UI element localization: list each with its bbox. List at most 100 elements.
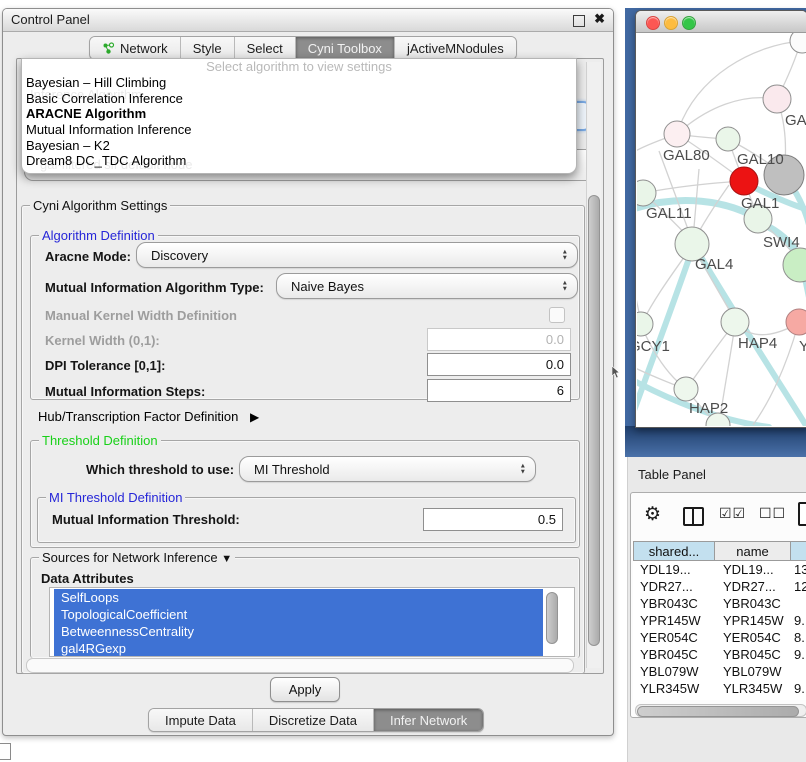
node-label: Y — [799, 338, 806, 355]
which-threshold-combobox[interactable]: MI Threshold ▲▼ — [239, 456, 536, 482]
close-window-icon[interactable]: ✖ — [594, 11, 605, 27]
which-threshold-label: Which threshold to use: — [86, 462, 234, 477]
threshold-definition-title: Threshold Definition — [39, 433, 161, 448]
cyni-algorithm-settings-group: Cyni Algorithm Settings Algorithm Defini… — [21, 205, 585, 674]
tab-cyni-toolbox[interactable]: Cyni Toolbox — [296, 37, 395, 59]
table-row[interactable]: YDL19...YDL19...13 — [633, 561, 806, 578]
deselect-all-columns-icon[interactable]: ☐☐ — [759, 505, 786, 522]
dpi-tolerance-field[interactable]: 0.0 — [427, 353, 571, 376]
network-node[interactable] — [783, 248, 806, 282]
settings-scrollbar-thumb[interactable] — [588, 195, 600, 646]
column-header-name[interactable]: name — [715, 541, 791, 561]
float-window-icon[interactable] — [573, 15, 585, 27]
column-header-label: shared... — [649, 544, 700, 559]
list-item[interactable]: SelfLoops — [54, 589, 543, 606]
table-row[interactable]: YIL052CYIL052C9. — [633, 697, 806, 700]
network-window-titlebar[interactable] — [636, 11, 806, 33]
table-row[interactable]: YER054CYER054C8. — [633, 629, 806, 646]
network-node[interactable] — [763, 85, 791, 113]
screen: Control Panel ✖ Network Style Select Cyn… — [0, 0, 806, 762]
table-row[interactable]: YBR045CYBR045C9. — [633, 646, 806, 663]
dropdown-item-selected[interactable]: ARACNE Algorithm — [22, 106, 576, 122]
manual-kernel-checkbox[interactable] — [549, 307, 565, 323]
collapse-arrow-icon[interactable]: ▼ — [221, 553, 232, 565]
control-panel-titlebar[interactable]: Control Panel ✖ — [3, 9, 613, 32]
tab-impute-label: Impute Data — [165, 713, 236, 728]
list-item[interactable]: TopologicalCoefficient — [54, 606, 543, 623]
sources-title: Sources for Network Inference ▼ — [39, 550, 235, 565]
mi-threshold-label: Mutual Information Threshold: — [52, 512, 240, 527]
algorithm-definition-group: Algorithm Definition Aracne Mode: Discov… — [30, 235, 580, 400]
zoom-traffic-light-icon[interactable] — [682, 16, 696, 30]
bottom-tabbar: Impute Data Discretize Data Infer Networ… — [148, 708, 484, 732]
node-label: GCY1 — [637, 338, 670, 355]
control-panel-tabbar: Network Style Select Cyni Toolbox jActiv… — [89, 36, 517, 60]
column-header-partial[interactable]: A — [791, 541, 806, 561]
tab-jactivemnodules[interactable]: jActiveMNodules — [395, 37, 516, 59]
tab-discretize-label: Discretize Data — [269, 713, 357, 728]
node-label: HAP4 — [738, 335, 777, 352]
table-scrollbar-thumb[interactable] — [637, 706, 799, 717]
network-node[interactable] — [664, 121, 690, 147]
apply-button-label: Apply — [289, 682, 322, 697]
close-traffic-light-icon[interactable] — [646, 16, 660, 30]
algorithm-dropdown-popup: Inference Algorithm gal-filtered sif def… — [21, 58, 577, 174]
table-horizontal-scrollbar[interactable] — [635, 704, 806, 717]
aracne-mode-combobox[interactable]: Discovery ▲▼ — [136, 242, 578, 268]
expander-arrow-icon: ▶ — [250, 410, 259, 424]
mi-steps-label: Mutual Information Steps: — [45, 384, 205, 399]
tab-impute-data[interactable]: Impute Data — [149, 709, 253, 731]
mi-steps-field[interactable]: 6 — [427, 379, 571, 402]
network-node[interactable] — [721, 308, 749, 336]
list-item[interactable]: BetweennessCentrality — [54, 623, 543, 640]
node-label: GAL — [785, 112, 806, 129]
kernel-width-value: 0.0 — [546, 332, 564, 347]
column-header-shared-name[interactable]: shared... — [633, 541, 715, 561]
data-attributes-list[interactable]: SelfLoops TopologicalCoefficient Between… — [49, 587, 575, 657]
gear-icon[interactable]: ⚙ — [644, 503, 661, 526]
tab-infer-network[interactable]: Infer Network — [374, 709, 483, 731]
dpi-tolerance-label: DPI Tolerance [0,1]: — [45, 358, 165, 373]
tab-select[interactable]: Select — [235, 37, 296, 59]
apply-button[interactable]: Apply — [270, 677, 340, 702]
table-rows: YDL19...YDL19...13 YDR27...YDR27...12 YB… — [633, 561, 806, 700]
tab-cyni-label: Cyni Toolbox — [308, 41, 382, 56]
hub-factor-label: Hub/Transcription Factor Definition — [38, 409, 238, 424]
network-node[interactable] — [730, 167, 758, 195]
ghost-inference-algorithm-label: Inference Algorithm — [30, 87, 142, 102]
tab-discretize-data[interactable]: Discretize Data — [253, 709, 374, 731]
mi-type-value: Naive Bayes — [291, 279, 364, 294]
select-all-columns-icon[interactable]: ☑☑ — [719, 505, 746, 522]
mi-threshold-value: 0.5 — [538, 512, 556, 527]
threshold-definition-group: Threshold Definition Which threshold to … — [30, 440, 580, 548]
network-canvas[interactable]: GALGAL80GAL10GAL1GAL11SWI4GAL4GCY1HAP4YH… — [637, 33, 806, 426]
hub-factor-expander[interactable]: Hub/Transcription Factor Definition ▶ — [38, 409, 259, 424]
mi-threshold-field[interactable]: 0.5 — [423, 508, 563, 531]
dropdown-item[interactable]: Mutual Information Inference — [22, 122, 576, 138]
settings-horizontal-scrollbar[interactable] — [26, 658, 574, 673]
network-node[interactable] — [786, 309, 806, 335]
dropdown-item[interactable]: Bayesian – K2 — [22, 138, 576, 154]
table-row[interactable]: YBL079WYBL079W — [633, 663, 806, 680]
settings-vertical-scrollbar[interactable] — [586, 62, 601, 668]
ghost-network-combo-text: gal-filtered sif default node — [40, 157, 192, 172]
table-row[interactable]: YLR345WYLR345W9. — [633, 680, 806, 697]
tab-style[interactable]: Style — [181, 37, 235, 59]
network-node[interactable] — [790, 33, 806, 53]
network-node[interactable] — [674, 377, 698, 401]
manual-kernel-label: Manual Kernel Width Definition — [45, 308, 237, 323]
mi-algorithm-type-combobox[interactable]: Naive Bayes ▲▼ — [276, 273, 578, 299]
table-row[interactable]: YPR145WYPR145W9. — [633, 612, 806, 629]
network-node[interactable] — [716, 127, 740, 151]
column-header-label: name — [736, 544, 769, 559]
export-table-icon[interactable] — [798, 502, 806, 526]
network-node[interactable] — [637, 312, 653, 336]
list-item[interactable]: gal4RGexp — [54, 640, 543, 657]
table-row[interactable]: YBR043CYBR043C — [633, 595, 806, 612]
kernel-width-field[interactable]: 0.0 — [427, 328, 571, 351]
tab-network[interactable]: Network — [90, 37, 181, 59]
table-row[interactable]: YDR27...YDR27...12 — [633, 578, 806, 595]
minimize-traffic-light-icon[interactable] — [664, 16, 678, 30]
list-scrollbar-thumb[interactable] — [546, 592, 558, 644]
split-columns-icon[interactable] — [683, 507, 704, 526]
